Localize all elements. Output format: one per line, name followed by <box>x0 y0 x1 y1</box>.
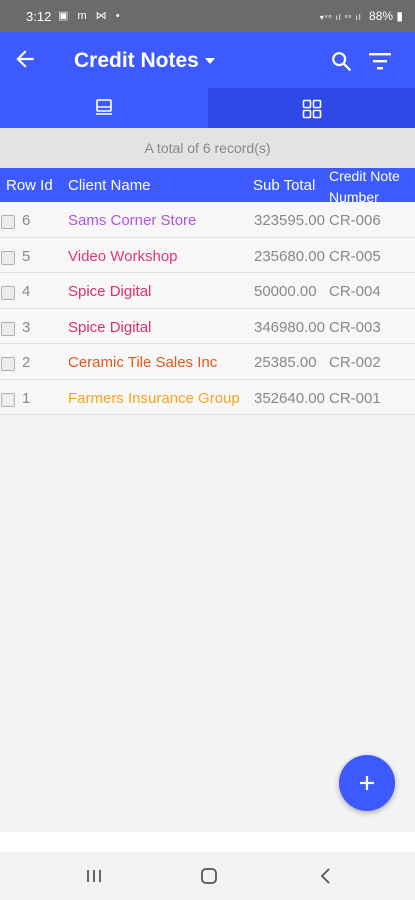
credit-note-number: CR-005 <box>329 247 381 265</box>
row-id: 5 <box>22 247 31 265</box>
dropdown-caret-icon[interactable] <box>205 58 215 64</box>
page-title[interactable]: Credit Notes <box>74 49 199 73</box>
client-name[interactable]: Ceramic Tile Sales Inc <box>68 354 217 371</box>
table-row[interactable]: 5 Video Workshop 235680.00 CR-005 <box>0 237 415 273</box>
client-name[interactable]: Spice Digital <box>68 319 151 336</box>
back-icon[interactable] <box>316 866 336 886</box>
app-bar: Credit Notes <box>0 32 415 88</box>
sub-total: 323595.00 <box>254 212 325 229</box>
row-id: 2 <box>22 354 31 371</box>
sub-total: 25385.00 <box>254 354 317 371</box>
credit-note-number: CR-001 <box>329 389 381 407</box>
home-icon[interactable] <box>199 866 219 886</box>
header-client-name[interactable]: Client Name <box>68 177 151 194</box>
sub-total: 346980.00 <box>254 318 325 336</box>
view-tabs <box>0 88 415 128</box>
table-row[interactable]: 6 Sams Corner Store 323595.00 CR-006 <box>0 202 415 238</box>
battery-level: 88% <box>369 9 394 23</box>
table-row[interactable]: 3 Spice Digital 346980.00 CR-003 <box>0 308 415 344</box>
back-arrow-icon[interactable] <box>12 46 38 72</box>
row-checkbox[interactable] <box>1 357 15 371</box>
recents-icon[interactable] <box>84 866 104 886</box>
client-name[interactable]: Sams Corner Store <box>68 212 196 229</box>
client-name[interactable]: Spice Digital <box>68 283 151 300</box>
sub-total: 50000.00 <box>254 283 317 300</box>
credit-note-number: CR-003 <box>329 318 381 336</box>
row-checkbox[interactable] <box>1 250 15 265</box>
header-row-id[interactable]: Row Id <box>6 177 53 194</box>
record-count-summary: A total of 6 record(s) <box>0 128 415 168</box>
table-row[interactable]: 2 Ceramic Tile Sales Inc 25385.00 CR-002 <box>0 344 415 380</box>
table-header: Row Id Client Name Sub Total Credit Note… <box>0 168 415 205</box>
plus-icon <box>360 776 374 790</box>
status-time: 3:12 <box>26 9 52 24</box>
search-icon[interactable] <box>330 50 352 72</box>
client-name[interactable]: Farmers Insurance Group <box>68 390 240 407</box>
row-id: 6 <box>22 212 31 229</box>
status-right: ▾ᵛᵒ ıl ᵛᵒ ıl 88% ▮ <box>320 9 403 23</box>
list-view-icon <box>96 99 112 115</box>
row-id: 3 <box>22 318 31 336</box>
sub-total: 352640.00 <box>254 389 325 407</box>
row-checkbox[interactable] <box>1 392 15 407</box>
sub-total: 235680.00 <box>254 247 325 265</box>
header-sub-total[interactable]: Sub Total <box>253 177 315 194</box>
row-id: 4 <box>22 283 31 300</box>
tab-grid-view[interactable] <box>208 88 415 128</box>
signal-icon: ▾ᵛᵒ ıl ᵛᵒ ıl <box>319 13 362 22</box>
table-row[interactable]: 1 Farmers Insurance Group 352640.00 CR-0… <box>0 379 415 415</box>
battery-icon: ▮ <box>396 9 403 23</box>
row-checkbox[interactable] <box>1 215 15 229</box>
add-credit-note-button[interactable] <box>339 755 395 811</box>
client-name[interactable]: Video Workshop <box>68 248 178 265</box>
table-body: 6 Sams Corner Store 323595.00 CR-006 5 V… <box>0 202 415 415</box>
table-row[interactable]: 4 Spice Digital 50000.00 CR-004 <box>0 273 415 309</box>
tab-list-view[interactable] <box>0 88 208 128</box>
credit-note-number: CR-004 <box>329 283 381 300</box>
status-bar: 3:12 ▣ m ⋈ • ▾ᵛᵒ ıl ᵛᵒ ıl 88% ▮ <box>0 0 415 32</box>
bottom-strip <box>0 832 415 852</box>
row-checkbox[interactable] <box>1 321 15 336</box>
row-checkbox[interactable] <box>1 286 15 300</box>
notification-icons: ▣ m ⋈ • <box>58 10 123 22</box>
filter-icon[interactable] <box>368 51 392 71</box>
grid-view-icon <box>302 99 321 119</box>
system-nav-bar <box>0 852 415 900</box>
row-id: 1 <box>22 389 31 407</box>
credit-note-number: CR-002 <box>329 354 381 371</box>
credit-note-number: CR-006 <box>329 212 381 229</box>
